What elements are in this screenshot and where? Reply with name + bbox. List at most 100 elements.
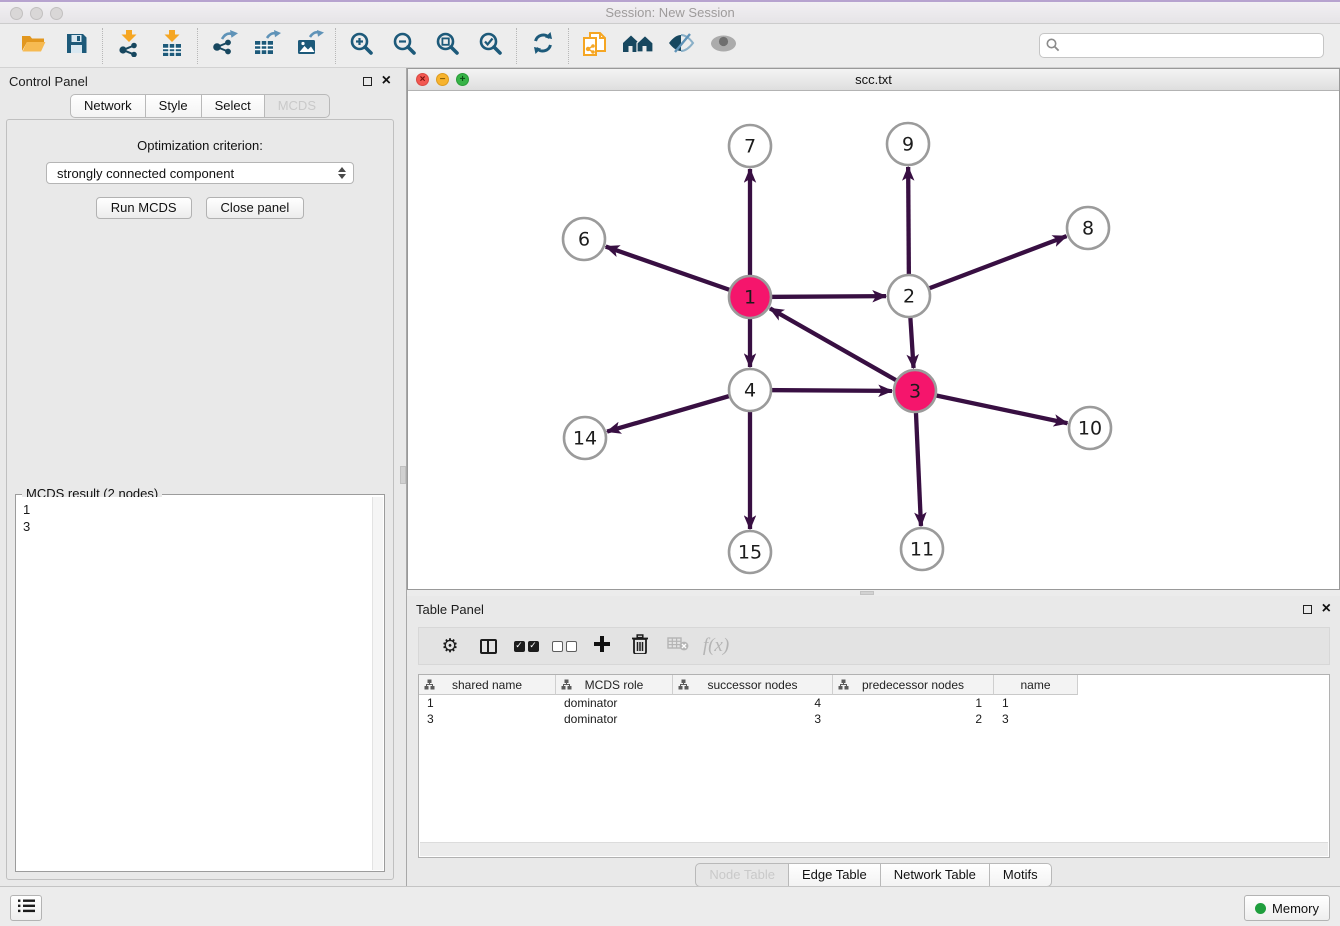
column-header-mcds-role[interactable]: MCDS role [556, 675, 673, 695]
graph-node-15[interactable]: 15 [729, 531, 771, 573]
graph-edge-3-10[interactable] [915, 391, 1067, 423]
eye-icon [710, 35, 737, 57]
select-all-columns-button[interactable]: ✓✓ [507, 641, 545, 652]
zoom-out-button[interactable] [383, 27, 426, 65]
network-maximize-button[interactable]: + [456, 73, 469, 86]
float-table-panel-icon[interactable] [1303, 605, 1312, 614]
close-table-panel-icon[interactable]: × [1322, 602, 1331, 615]
criterion-select[interactable]: strongly connected component [46, 162, 354, 184]
trash-icon [631, 634, 649, 659]
delete-column-button[interactable] [621, 634, 659, 659]
window-close-button[interactable] [10, 7, 23, 20]
table-row: 3dominator323 [419, 711, 1329, 727]
tab-mcds[interactable]: MCDS [265, 94, 330, 118]
graph-node-14[interactable]: 14 [564, 417, 606, 459]
cell-shared-name[interactable]: 3 [419, 712, 556, 726]
export-network-button[interactable] [202, 27, 245, 65]
cell-predecessor-nodes[interactable]: 2 [833, 712, 994, 726]
graph-edge-3-1[interactable] [770, 308, 915, 391]
tab-edge-table[interactable]: Edge Table [789, 863, 881, 887]
close-panel-icon[interactable]: × [382, 74, 391, 87]
cell-successor-nodes[interactable]: 3 [673, 712, 833, 726]
cell-mcds-role[interactable]: dominator [556, 712, 673, 726]
graph-node-1[interactable]: 1 [729, 276, 771, 318]
graph-edge-1-6[interactable] [606, 247, 750, 297]
table-panel-title: Table Panel [416, 602, 484, 617]
show-column-panel-button[interactable] [469, 639, 507, 654]
add-column-button[interactable] [583, 635, 621, 658]
network-minimize-button[interactable]: − [436, 73, 449, 86]
mcds-panel: Optimization criterion: strongly connect… [6, 119, 394, 880]
tab-motifs[interactable]: Motifs [990, 863, 1052, 887]
column-header-name[interactable]: name [994, 675, 1078, 695]
network-window-titlebar[interactable]: × − + scc.txt [408, 69, 1339, 91]
cell-mcds-role[interactable]: dominator [556, 696, 673, 710]
open-session-button[interactable] [12, 27, 55, 65]
app-titlebar: Session: New Session [0, 0, 1340, 24]
tab-node-table[interactable]: Node Table [695, 863, 789, 887]
zoom-in-button[interactable] [340, 27, 383, 65]
import-table-button[interactable] [150, 27, 193, 65]
column-header-predecessor-nodes[interactable]: predecessor nodes [833, 675, 994, 695]
graph-node-4[interactable]: 4 [729, 369, 771, 411]
graph-node-2[interactable]: 2 [888, 275, 930, 317]
svg-text:1: 1 [744, 287, 756, 309]
zoom-fit-button[interactable] [426, 27, 469, 65]
horizontal-splitter-handle[interactable] [860, 591, 874, 595]
cell-predecessor-nodes[interactable]: 1 [833, 696, 994, 710]
cell-shared-name[interactable]: 1 [419, 696, 556, 710]
deselect-all-columns-button[interactable] [545, 641, 583, 652]
toolbar-separator [197, 28, 198, 64]
memory-button[interactable]: Memory [1244, 895, 1330, 921]
tab-select[interactable]: Select [202, 94, 265, 118]
graph-node-9[interactable]: 9 [887, 123, 929, 165]
graph-node-7[interactable]: 7 [729, 125, 771, 167]
graph-node-10[interactable]: 10 [1069, 407, 1111, 449]
vertical-splitter-handle[interactable] [400, 466, 406, 484]
network-canvas[interactable]: 7 9 6 8 1 2 4 3 14 10 15 11 [408, 90, 1339, 589]
copy-network-icon [582, 30, 608, 62]
cell-name[interactable]: 1 [994, 696, 1078, 710]
toolbar-separator [516, 28, 517, 64]
float-panel-icon[interactable] [363, 77, 372, 86]
network-from-selection-button[interactable] [573, 27, 616, 65]
save-session-button[interactable] [55, 27, 98, 65]
graph-node-11[interactable]: 11 [901, 528, 943, 570]
graph-node-6[interactable]: 6 [563, 218, 605, 260]
search-input[interactable] [1039, 33, 1324, 58]
network-graph[interactable]: 7 9 6 8 1 2 4 3 14 10 15 11 [408, 90, 1339, 589]
import-network-button[interactable] [107, 27, 150, 65]
graph-edge-2-8[interactable] [909, 236, 1066, 296]
graph-node-3[interactable]: 3 [894, 370, 936, 412]
table-settings-button[interactable]: ⚙ [431, 637, 469, 656]
close-panel-button[interactable]: Close panel [206, 197, 305, 219]
export-table-button[interactable] [245, 27, 288, 65]
window-zoom-button[interactable] [50, 7, 63, 20]
status-bar: Memory [0, 886, 1340, 926]
column-label: successor nodes [707, 678, 797, 692]
column-label: name [1020, 678, 1050, 692]
cell-name[interactable]: 3 [994, 712, 1078, 726]
graph-node-8[interactable]: 8 [1067, 207, 1109, 249]
zoom-selected-button[interactable] [469, 27, 512, 65]
vertical-splitter[interactable] [400, 68, 407, 886]
window-minimize-button[interactable] [30, 7, 43, 20]
svg-text:11: 11 [910, 539, 934, 561]
hide-selected-button[interactable] [659, 27, 702, 65]
network-close-button[interactable]: × [416, 73, 429, 86]
task-history-button[interactable] [10, 895, 42, 921]
column-header-shared-name[interactable]: shared name [419, 675, 556, 695]
result-scrollbar[interactable] [372, 497, 383, 870]
export-image-button[interactable] [288, 27, 331, 65]
run-mcds-button[interactable]: Run MCDS [96, 197, 192, 219]
tab-network-table[interactable]: Network Table [881, 863, 990, 887]
column-header-successor-nodes[interactable]: successor nodes [673, 675, 833, 695]
apply-layout-button[interactable] [521, 27, 564, 65]
homes-button[interactable] [616, 27, 659, 65]
tab-network[interactable]: Network [70, 94, 146, 118]
tab-style[interactable]: Style [146, 94, 202, 118]
cell-successor-nodes[interactable]: 4 [673, 696, 833, 710]
graph-edge-4-14[interactable] [607, 390, 750, 432]
show-all-button[interactable] [702, 27, 745, 65]
table-scrollbar[interactable] [420, 842, 1328, 856]
